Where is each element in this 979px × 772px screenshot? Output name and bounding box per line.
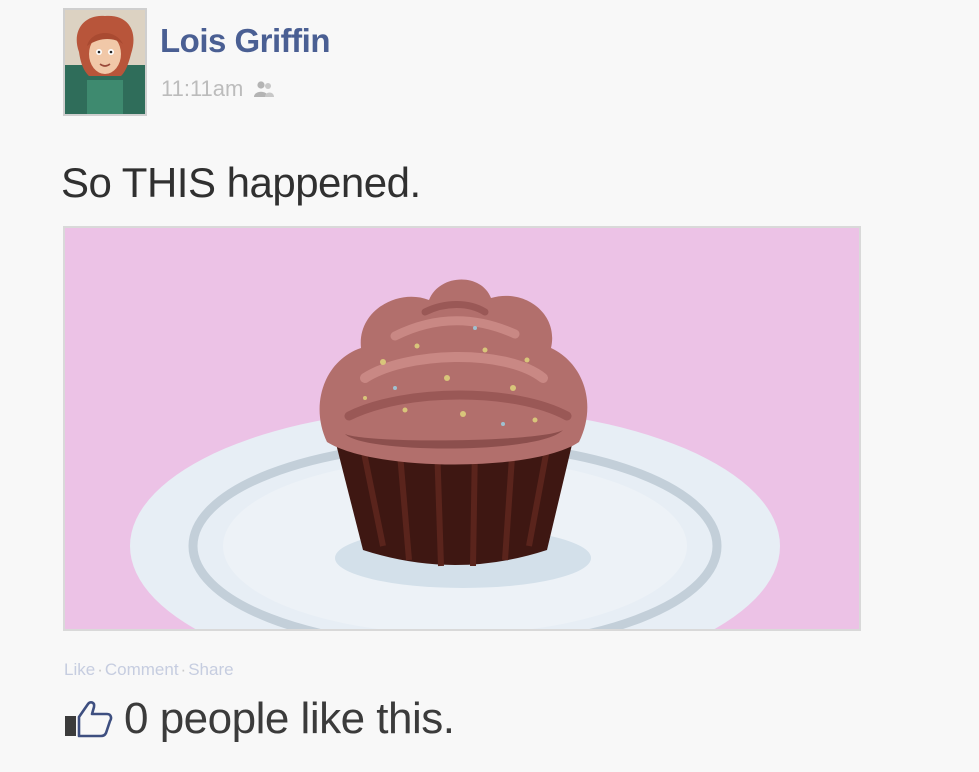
post-actions: Like · Comment · Share [64, 660, 234, 680]
comment-link[interactable]: Comment [105, 660, 179, 680]
like-link[interactable]: Like [64, 660, 95, 680]
thumbs-up-icon [62, 700, 114, 738]
post-photo[interactable] [63, 226, 861, 631]
share-link[interactable]: Share [188, 660, 233, 680]
action-separator: · [97, 660, 103, 679]
post-meta: 11:11am [161, 76, 275, 102]
action-separator: · [180, 660, 187, 679]
author-name-link[interactable]: Lois Griffin [160, 22, 331, 60]
avatar-image [65, 10, 145, 114]
feed-post: Lois Griffin 11:11am So THIS happened. L… [0, 0, 979, 772]
likes-summary: 0 people like this. [62, 694, 455, 744]
friends-icon[interactable] [253, 80, 275, 98]
post-timestamp[interactable]: 11:11am [161, 76, 243, 102]
like-count-text[interactable]: 0 people like this. [124, 694, 455, 744]
cupcake-photo [65, 228, 859, 629]
post-message: So THIS happened. [61, 159, 421, 206]
author-avatar[interactable] [63, 8, 147, 116]
